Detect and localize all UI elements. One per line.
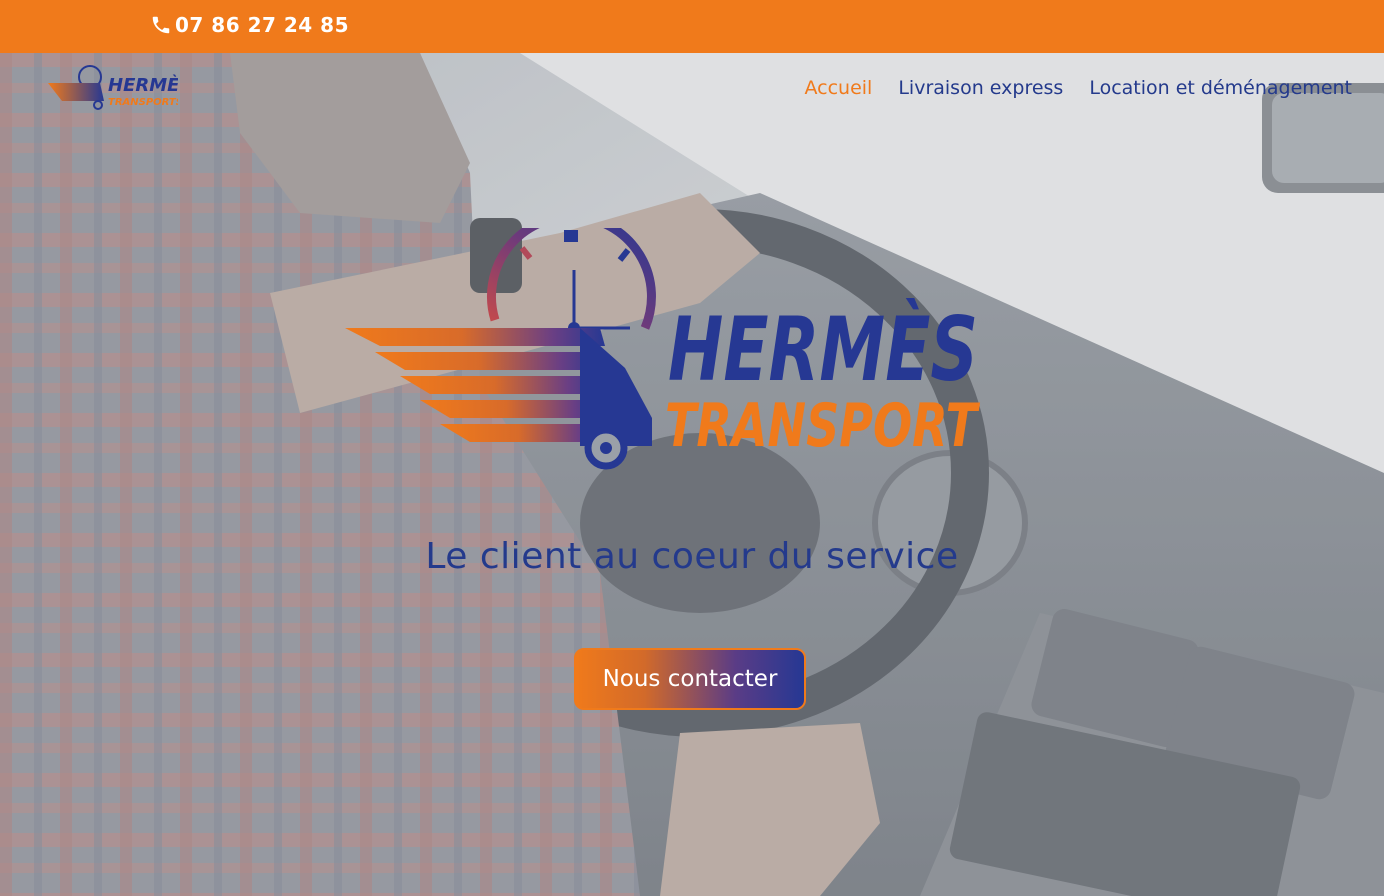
top-bar: 07 86 27 24 85 [0,0,1384,53]
speed-wings-icon [345,328,652,470]
phone-icon [152,16,170,34]
main-nav: Accueil Livraison express Location et dé… [804,77,1352,99]
phone-number: 07 86 27 24 85 [175,13,350,37]
phone-link[interactable]: 07 86 27 24 85 [150,13,349,37]
hero-logo-line2: TRANSPORT [665,391,980,461]
hero-logo-line1: HERMÈS [668,298,978,401]
header-logo-line1: HERMÈS [108,74,178,96]
nav-item-livraison-express[interactable]: Livraison express [898,77,1063,99]
hero-logo: HERMÈS TRANSPORT [345,228,980,470]
stopwatch-icon [486,228,656,334]
nav-item-location-demenagement[interactable]: Location et déménagement [1089,77,1352,99]
header-logo-line2: TRANSPORTS [108,97,178,108]
header-logo[interactable]: HERMÈS TRANSPORTS [48,61,178,111]
hero-tagline: Le client au coeur du service [425,536,959,577]
nav-item-accueil[interactable]: Accueil [804,77,872,99]
site-header: HERMÈS TRANSPORTS Accueil Livraison expr… [0,53,1384,125]
contact-button[interactable]: Nous contacter [574,648,806,710]
